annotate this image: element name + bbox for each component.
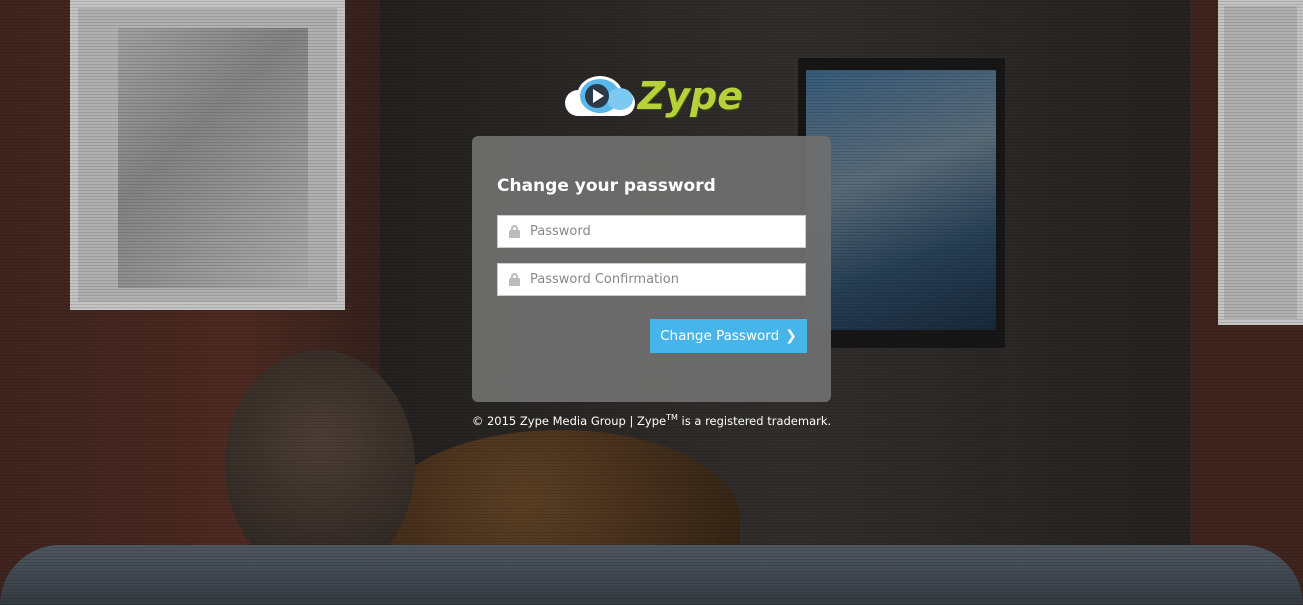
change-password-label: Change Password bbox=[660, 328, 780, 344]
password-confirmation-input[interactable] bbox=[530, 264, 800, 295]
trademark-superscript: TM bbox=[666, 413, 678, 422]
chevron-right-icon: ❯ bbox=[785, 328, 797, 344]
lock-icon bbox=[509, 273, 520, 286]
logo-text: Zype bbox=[637, 74, 743, 118]
cloud-play-icon bbox=[563, 74, 635, 118]
password-field[interactable] bbox=[497, 215, 806, 248]
change-password-panel: Change your password Change Password ❯ bbox=[472, 136, 831, 402]
footer-suffix: is a registered trademark. bbox=[677, 413, 832, 428]
footer-prefix: © 2015 Zype Media Group | Zype bbox=[471, 413, 667, 428]
panel-title: Change your password bbox=[497, 176, 716, 196]
lock-icon bbox=[509, 225, 520, 238]
footer-copyright: © 2015 Zype Media Group | ZypeTM is a re… bbox=[0, 413, 1303, 428]
zype-logo: Zype bbox=[563, 72, 743, 120]
password-confirmation-field[interactable] bbox=[497, 263, 806, 296]
change-password-button[interactable]: Change Password ❯ bbox=[650, 319, 807, 353]
password-input[interactable] bbox=[530, 216, 800, 247]
